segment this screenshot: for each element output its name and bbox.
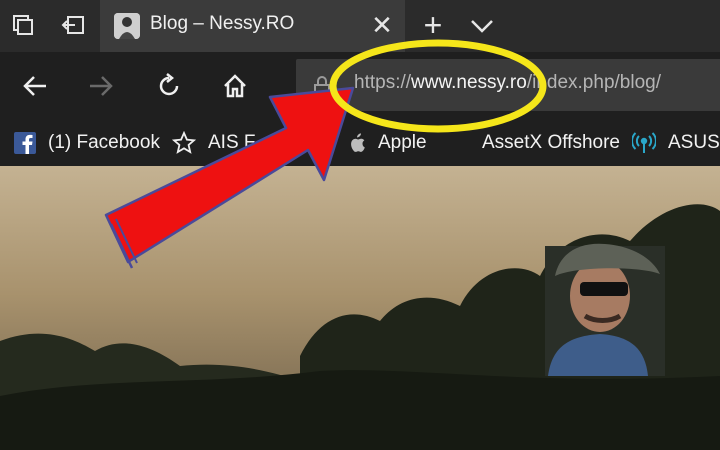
facebook-icon	[14, 132, 36, 154]
site-favicon	[114, 13, 140, 39]
favorite-label: AssetX Offshore	[482, 132, 620, 153]
favorite-assetx[interactable]: AssetX Offshore	[456, 128, 620, 158]
lock-icon	[314, 76, 330, 97]
favorite-label: Apple	[378, 132, 427, 153]
star-icon	[172, 131, 196, 155]
favorite-asus[interactable]: ASUS	[632, 128, 720, 158]
url-path: /index.php/blog/	[526, 72, 661, 93]
url-scheme: https://	[354, 72, 412, 93]
favorite-label: (1) Facebook	[48, 132, 160, 153]
forward-button[interactable]	[82, 67, 120, 105]
url-text: https://www.nessy.ro/index.php/blog/	[354, 72, 661, 94]
person-photo	[545, 243, 665, 376]
favorite-label: ASUS	[668, 132, 720, 153]
chevron-down-icon	[471, 20, 493, 33]
back-arrow-icon	[23, 76, 46, 96]
favorites-bar: (1) Facebook AIS F Apple AssetX Offshore…	[0, 120, 720, 166]
assetx-icon	[456, 136, 470, 150]
navigation-bar: https://www.nessy.ro/index.php/blog/	[0, 52, 720, 120]
forward-arrow-icon	[90, 76, 113, 96]
antenna-icon	[632, 132, 656, 154]
tab-title: Blog – Nessy.RO	[150, 13, 295, 34]
apple-icon	[346, 132, 366, 154]
back-button[interactable]	[16, 67, 54, 105]
set-aside-tabs-button[interactable]	[58, 10, 88, 40]
active-tab[interactable]: Blog – Nessy.RO ✕	[100, 0, 405, 52]
new-tab-button[interactable]: +	[418, 9, 448, 41]
favorite-apple[interactable]: Apple	[346, 128, 427, 158]
tab-actions-button[interactable]	[8, 10, 38, 40]
refresh-icon	[159, 73, 179, 96]
url-domain: www.nessy.ro	[411, 72, 527, 93]
address-bar[interactable]: https://www.nessy.ro/index.php/blog/	[296, 59, 720, 111]
title-bar: Blog – Nessy.RO ✕ +	[0, 0, 720, 52]
favorite-label: AIS F	[208, 132, 256, 153]
set-aside-tabs-icon	[61, 16, 84, 34]
favorite-ais[interactable]: AIS F	[172, 128, 256, 158]
home-icon	[224, 74, 246, 98]
tab-list-button[interactable]	[468, 12, 496, 40]
tab-actions-icon	[13, 15, 33, 35]
landscape-image	[0, 166, 720, 450]
home-button[interactable]	[216, 67, 254, 105]
favorite-facebook[interactable]: (1) Facebook	[14, 128, 160, 158]
blog-header-photo	[0, 166, 720, 450]
tab-close-button[interactable]: ✕	[369, 11, 395, 39]
refresh-button[interactable]	[150, 67, 188, 105]
